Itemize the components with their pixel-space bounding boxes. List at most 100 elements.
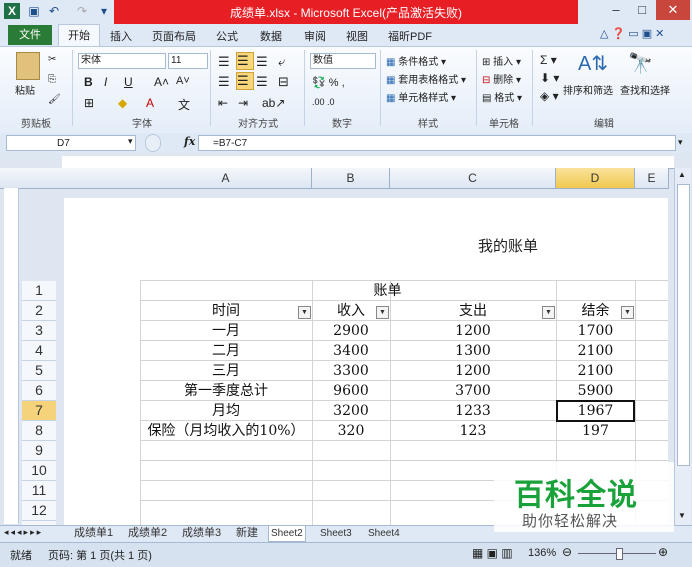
filter-dropdown-icon[interactable]: ▼ bbox=[621, 306, 634, 319]
tab-file[interactable]: 文件 bbox=[8, 25, 52, 45]
find-select-label[interactable]: 查找和选择 bbox=[620, 82, 670, 97]
save-icon[interactable]: ▣ bbox=[26, 3, 42, 19]
excel-app-icon[interactable]: X bbox=[4, 3, 20, 19]
table-cell[interactable]: 123 bbox=[390, 421, 556, 441]
table-cell[interactable]: 二月 bbox=[140, 341, 312, 361]
formula-input[interactable]: =B7-C7 bbox=[198, 135, 676, 151]
sheet-tab[interactable]: Sheet4 bbox=[366, 526, 402, 541]
name-box[interactable]: D7 bbox=[6, 135, 136, 151]
sheet-tab[interactable]: 成绩单2 bbox=[126, 526, 169, 541]
column-header-a[interactable]: A bbox=[140, 168, 312, 189]
table-cell[interactable]: 2900 bbox=[312, 321, 390, 341]
row-header-7[interactable]: 7 bbox=[22, 401, 56, 421]
table-cell[interactable]: 3700 bbox=[390, 381, 556, 401]
table-cell[interactable]: 月均 bbox=[140, 401, 312, 421]
table-cell[interactable]: 1200 bbox=[390, 361, 556, 381]
format-cells-button[interactable]: ▤ 格式 ▾ bbox=[482, 89, 522, 104]
filter-dropdown-icon[interactable]: ▼ bbox=[542, 306, 555, 319]
table-cell[interactable]: 第一季度总计 bbox=[140, 381, 312, 401]
table-cell[interactable]: 1700 bbox=[556, 321, 635, 341]
fill-color-icon[interactable]: ◆ bbox=[118, 96, 127, 110]
font-size-combo[interactable]: 11 bbox=[168, 53, 208, 69]
sheet-tab-active[interactable]: Sheet2 bbox=[268, 526, 306, 542]
tab-review[interactable]: 审阅 bbox=[304, 28, 326, 44]
wrap-text-icon[interactable]: ⤶ bbox=[278, 54, 285, 70]
tab-data[interactable]: 数据 bbox=[260, 28, 282, 44]
underline-icon[interactable]: U bbox=[124, 75, 133, 89]
align-bottom-icon[interactable]: ☰ bbox=[256, 54, 268, 70]
increase-font-icon[interactable]: A˄ bbox=[154, 75, 169, 89]
table-cell[interactable]: 三月 bbox=[140, 361, 312, 381]
align-center-icon[interactable]: ☰ bbox=[236, 72, 254, 90]
table-cell[interactable]: 5900 bbox=[556, 381, 635, 401]
format-painter-icon[interactable]: 🖌 bbox=[48, 94, 61, 105]
row-header-6[interactable]: 6 bbox=[22, 381, 56, 401]
column-header-c[interactable]: C bbox=[390, 168, 556, 189]
zoom-in-icon[interactable]: ⊕ bbox=[658, 545, 668, 559]
ribbon-controls-icons[interactable]: △ ❓ ▭ ▣ ✕ bbox=[600, 27, 664, 40]
scroll-thumb[interactable] bbox=[677, 184, 690, 466]
paste-icon[interactable] bbox=[16, 52, 40, 80]
phonetic-icon[interactable]: 文 bbox=[178, 96, 190, 113]
undo-icon[interactable]: ↶ bbox=[46, 3, 62, 19]
orientation-icon[interactable]: ab↗ bbox=[262, 96, 285, 110]
decrease-indent-icon[interactable]: ⇤ bbox=[218, 96, 228, 110]
tab-page-layout[interactable]: 页面布局 bbox=[152, 28, 196, 44]
name-box-dropdown-icon[interactable]: ▾ bbox=[128, 136, 133, 147]
table-cell[interactable]: 3200 bbox=[312, 401, 390, 421]
copy-icon[interactable]: ⎘ bbox=[48, 74, 56, 85]
align-middle-icon[interactable]: ☰ bbox=[236, 52, 254, 70]
tab-foxit-pdf[interactable]: 福昕PDF bbox=[388, 28, 432, 44]
format-as-table-button[interactable]: ▦ 套用表格格式 ▾ bbox=[386, 71, 466, 86]
bold-icon[interactable]: B bbox=[84, 75, 93, 89]
align-left-icon[interactable]: ☰ bbox=[218, 74, 230, 90]
vertical-scrollbar[interactable]: ▲ ▼ bbox=[674, 168, 691, 525]
formula-bar-handle-icon[interactable] bbox=[145, 134, 161, 152]
filter-dropdown-icon[interactable]: ▼ bbox=[298, 306, 311, 319]
row-header-11[interactable]: 11 bbox=[22, 481, 56, 501]
insert-function-icon[interactable]: fx bbox=[184, 135, 195, 148]
minimize-icon[interactable]: – bbox=[604, 0, 628, 20]
active-cell-d7[interactable]: 1967 bbox=[556, 400, 635, 422]
table-cell[interactable]: 2100 bbox=[556, 341, 635, 361]
font-color-icon[interactable]: A bbox=[146, 96, 154, 110]
table-cell[interactable]: 197 bbox=[556, 421, 635, 441]
row-header-1[interactable]: 1 bbox=[22, 281, 56, 301]
expand-formula-bar-icon[interactable]: ▾ bbox=[678, 137, 683, 148]
table-cell[interactable]: 3300 bbox=[312, 361, 390, 381]
autosum-icon[interactable]: Σ ▾ bbox=[540, 53, 557, 67]
decrease-font-icon[interactable]: A˅ bbox=[176, 75, 190, 87]
row-header-8[interactable]: 8 bbox=[22, 421, 56, 441]
column-header-e[interactable]: E bbox=[635, 168, 669, 189]
row-header-12[interactable]: 12 bbox=[22, 501, 56, 521]
sheet-tab[interactable]: 成绩单1 bbox=[72, 526, 115, 541]
paste-button-label[interactable]: 粘贴 bbox=[15, 82, 35, 97]
customize-quick-access-icon[interactable]: ▾ bbox=[96, 3, 112, 19]
currency-icon[interactable]: 💱 % , bbox=[312, 76, 345, 89]
table-cell[interactable]: 9600 bbox=[312, 381, 390, 401]
table-cell[interactable]: 3400 bbox=[312, 341, 390, 361]
delete-cells-button[interactable]: ⊟ 删除 ▾ bbox=[482, 71, 521, 86]
table-cell[interactable]: 保险（月均收入的10%） bbox=[140, 421, 312, 441]
header-expense[interactable]: 支出 bbox=[390, 301, 556, 321]
cell-styles-button[interactable]: ▦ 单元格样式 ▾ bbox=[386, 89, 456, 104]
conditional-format-button[interactable]: ▦ 条件格式 ▾ bbox=[386, 53, 446, 68]
fill-icon[interactable]: ⬇ ▾ bbox=[540, 71, 559, 85]
sheet-tab[interactable]: 成绩单3 bbox=[180, 526, 223, 541]
column-header-d[interactable]: D bbox=[556, 168, 635, 189]
tab-home[interactable]: 开始 bbox=[58, 24, 100, 47]
merge-center-icon[interactable]: ⊟ bbox=[278, 74, 289, 90]
table-cell[interactable]: 2100 bbox=[556, 361, 635, 381]
row-header-4[interactable]: 4 bbox=[22, 341, 56, 361]
sheet-tab[interactable]: Sheet3 bbox=[318, 526, 354, 541]
cut-icon[interactable]: ✂ bbox=[48, 54, 56, 65]
row-header-10[interactable]: 10 bbox=[22, 461, 56, 481]
scroll-down-icon[interactable]: ▼ bbox=[678, 511, 686, 520]
table-cell[interactable]: 1233 bbox=[390, 401, 556, 421]
row-header-5[interactable]: 5 bbox=[22, 361, 56, 381]
number-format-combo[interactable]: 数值 bbox=[310, 53, 376, 69]
tab-formulas[interactable]: 公式 bbox=[216, 28, 238, 44]
table-cell[interactable]: 320 bbox=[312, 421, 390, 441]
scroll-up-icon[interactable]: ▲ bbox=[678, 170, 686, 179]
italic-icon[interactable]: I bbox=[104, 75, 107, 89]
